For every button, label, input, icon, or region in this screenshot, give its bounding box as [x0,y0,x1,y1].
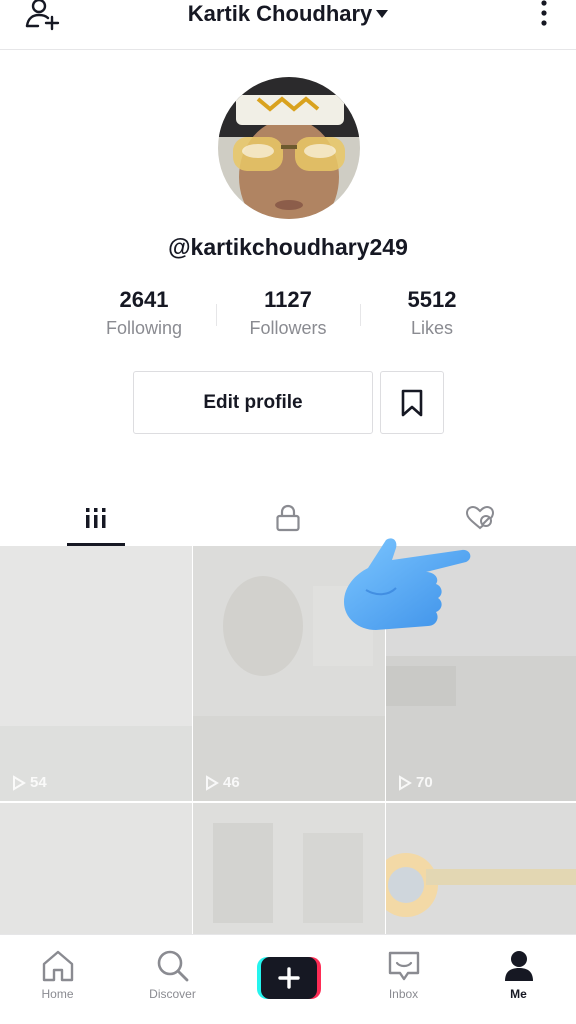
chevron-down-icon [376,10,389,18]
nav-label: Me [510,987,527,1001]
content-tabs [0,490,576,546]
bookmark-icon [401,389,423,416]
nav-label: Inbox [388,987,419,1001]
create-video-button[interactable] [257,957,321,999]
view-count: 54 [12,774,47,791]
video-thumbnail[interactable] [0,803,192,934]
account-switcher[interactable]: Kartik Choudhary [0,1,576,27]
inbox-icon [388,951,419,981]
play-icon [206,774,219,791]
stat-value: 1127 [264,287,312,312]
nav-inbox[interactable]: Inbox [346,935,461,1024]
stat-value: 5512 [407,287,457,312]
bottom-nav: Home Discover Inbox Me [0,934,576,1024]
pointing-hand-icon [336,530,476,650]
view-count-text: 46 [223,774,240,791]
nav-label: Discover [149,987,196,1001]
video-grid: 54 46 70 [0,546,576,934]
video-thumbnail[interactable] [386,803,576,934]
stat-value: 2641 [119,287,169,312]
profile-stats: 2641 Following 1127 Followers 5512 Likes [72,286,504,346]
stat-likes[interactable]: 5512 Likes [360,286,504,346]
play-icon [399,774,412,791]
stat-followers[interactable]: 1127 Followers [216,286,360,346]
video-thumbnail[interactable] [193,803,385,934]
edit-profile-button[interactable]: Edit profile [133,371,373,434]
grid-icon [86,508,106,528]
nav-me[interactable]: Me [461,935,576,1024]
nav-discover[interactable]: Discover [115,935,230,1024]
view-count-text: 70 [416,774,433,791]
view-count-text: 54 [30,774,47,791]
stat-following[interactable]: 2641 Following [72,286,216,346]
page-title: Kartik Choudhary [187,1,373,26]
more-options-icon[interactable] [540,0,548,30]
nav-home[interactable]: Home [0,935,115,1024]
favorites-button[interactable] [380,371,444,434]
tab-videos[interactable] [0,490,192,546]
play-icon [13,774,26,791]
stat-label: Following [105,318,183,338]
profile-icon [504,951,533,981]
stat-label: Followers [249,318,327,338]
lock-icon [276,504,300,532]
top-bar: Kartik Choudhary [0,0,576,50]
home-icon [42,950,73,982]
liked-hidden-icon [465,505,495,530]
search-icon [157,950,188,982]
avatar[interactable] [218,77,360,219]
view-count: 70 [398,774,433,791]
nav-label: Home [41,987,74,1001]
profile-handle: @kartikchoudhary249 [168,234,408,260]
video-thumbnail[interactable]: 54 [0,546,192,801]
stat-label: Likes [410,318,454,338]
view-count: 46 [205,774,240,791]
